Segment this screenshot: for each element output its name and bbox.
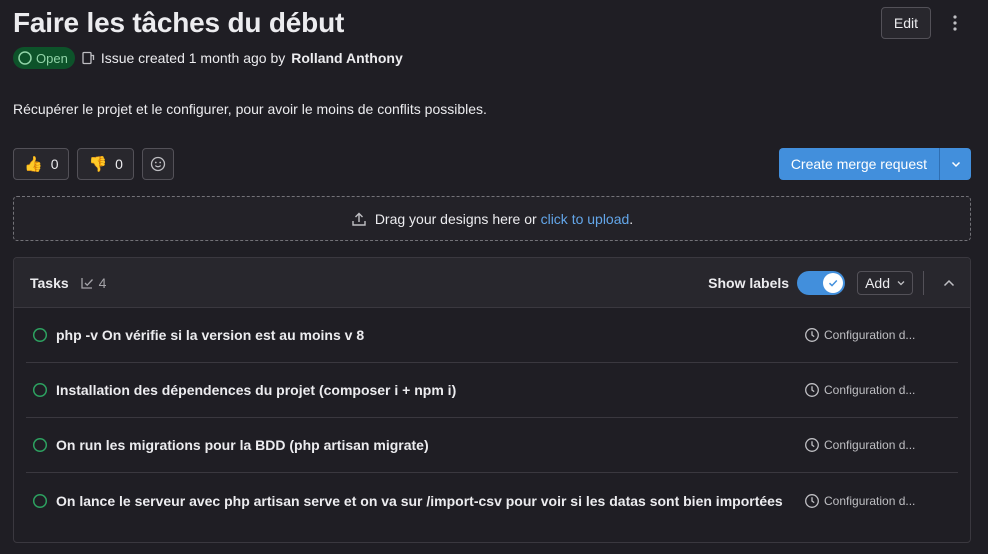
thumbs-down-count: 0 xyxy=(115,156,123,172)
tasks-controls: Show labels Add xyxy=(708,258,970,308)
dropzone-text: Drag your designs here or click to uploa… xyxy=(374,210,634,227)
task-title[interactable]: php -v On vérifie si la version est au m… xyxy=(56,327,364,343)
clock-icon xyxy=(805,328,819,342)
task-milestone[interactable]: Configuration d... xyxy=(804,493,915,509)
issue-type-icon xyxy=(82,51,94,65)
task-row[interactable]: Installation des dépendences du projet (… xyxy=(26,363,958,418)
tasks-count: 4 xyxy=(79,275,106,291)
meta-text: Issue created 1 month ago by xyxy=(100,50,286,66)
create-merge-request-button[interactable]: Create merge request xyxy=(778,148,940,180)
issue-title: Faire les tâches du début xyxy=(13,7,345,38)
edit-button[interactable]: Edit xyxy=(880,7,931,39)
toggle-knob xyxy=(823,273,844,293)
merge-request-split-button: Create merge request xyxy=(778,148,971,180)
task-milestone[interactable]: Configuration d... xyxy=(804,437,915,453)
tasks-widget: Tasks 4 Show labels Add php -v On vérifi… xyxy=(13,257,971,543)
task-row[interactable]: On run les migrations pour la BDD (php a… xyxy=(26,418,958,473)
task-open-icon xyxy=(32,493,48,508)
thumbs-up-icon: 👍 xyxy=(24,156,43,173)
task-milestone[interactable]: Configuration d... xyxy=(804,382,915,398)
more-actions-button[interactable] xyxy=(939,7,971,39)
issue-page: Faire les tâches du début Edit Open Issu… xyxy=(0,0,988,554)
author-link[interactable]: Rolland Anthony xyxy=(291,50,402,66)
merge-request-dropdown-toggle[interactable] xyxy=(940,148,971,180)
task-open-icon xyxy=(32,382,48,398)
issue-open-icon xyxy=(18,51,32,65)
thumbs-up-count: 0 xyxy=(50,156,59,172)
show-labels-toggle[interactable] xyxy=(797,271,846,295)
show-labels-label: Show labels xyxy=(708,275,790,291)
clock-icon xyxy=(805,383,819,397)
add-task-button[interactable]: Add xyxy=(857,271,913,295)
kebab-icon xyxy=(953,15,957,31)
title-row: Faire les tâches du début Edit xyxy=(13,6,971,46)
smiley-icon xyxy=(150,156,166,172)
tasks-header: Tasks 4 Show labels Add xyxy=(14,258,970,308)
task-title[interactable]: On lance le serveur avec php artisan ser… xyxy=(56,493,783,509)
task-done-icon xyxy=(81,277,93,289)
issue-description: Récupérer le projet et le configurer, po… xyxy=(13,101,487,117)
check-icon xyxy=(829,279,838,287)
task-open-icon xyxy=(32,327,48,343)
thumbs-down-button[interactable]: 👎 0 xyxy=(77,148,134,180)
issue-meta: Open Issue created 1 month ago by Rollan… xyxy=(13,47,403,69)
add-reaction-button[interactable] xyxy=(141,148,174,180)
thumbs-down-icon: 👎 xyxy=(88,156,108,173)
task-open-icon xyxy=(32,437,48,453)
upload-icon xyxy=(352,212,366,226)
chevron-up-icon xyxy=(943,279,955,287)
task-title[interactable]: On run les migrations pour la BDD (php a… xyxy=(56,437,429,453)
task-row[interactable]: On lance le serveur avec php artisan ser… xyxy=(26,473,958,528)
task-list: php -v On vérifie si la version est au m… xyxy=(14,308,970,528)
task-row[interactable]: php -v On vérifie si la version est au m… xyxy=(26,308,958,363)
chevron-down-icon xyxy=(951,161,960,168)
award-emoji-bar: 👍 0 👎 0 xyxy=(13,148,174,180)
task-title[interactable]: Installation des dépendences du projet (… xyxy=(56,382,456,398)
collapse-tasks-button[interactable] xyxy=(934,268,964,298)
status-badge: Open xyxy=(13,47,75,69)
clock-icon xyxy=(805,438,819,452)
tasks-title: Tasks xyxy=(30,274,69,291)
status-label: Open xyxy=(36,50,68,66)
design-dropzone[interactable]: Drag your designs here or click to uploa… xyxy=(13,196,971,241)
task-milestone[interactable]: Configuration d... xyxy=(804,327,915,343)
header-divider xyxy=(923,271,924,295)
chevron-down-icon xyxy=(897,281,905,286)
clock-icon xyxy=(805,493,819,508)
upload-link[interactable]: click to upload xyxy=(541,211,630,227)
thumbs-up-button[interactable]: 👍 0 xyxy=(13,148,70,180)
